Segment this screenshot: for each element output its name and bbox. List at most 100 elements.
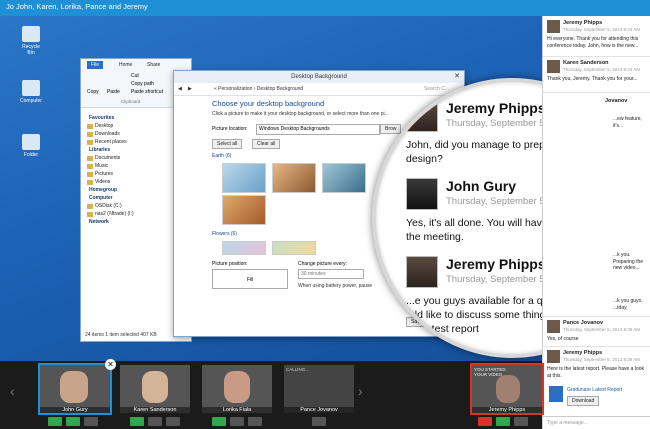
folder-icon	[87, 172, 93, 177]
close-icon[interactable]: ✕	[105, 359, 116, 370]
audio-toggle[interactable]	[148, 417, 162, 426]
participant-tile[interactable]: CALLING... Pance Jovanov	[284, 365, 354, 413]
audio-toggle[interactable]	[496, 417, 510, 426]
folder-icon	[87, 204, 93, 209]
forward-icon[interactable]: ▶	[188, 83, 192, 95]
close-icon[interactable]: ✕	[454, 71, 460, 83]
participant-video	[142, 371, 168, 403]
window-title: Desktop Background	[291, 74, 347, 80]
nav-label: Libraries	[89, 147, 111, 153]
avatar	[547, 60, 560, 73]
participant-tile[interactable]: John Gury ✕	[38, 359, 116, 415]
folder-icon	[87, 140, 93, 145]
status-bar: 24 items 1 item selected 407 KB	[85, 332, 157, 338]
participant-tile[interactable]: Karen Sanderson	[120, 365, 190, 413]
paste-button[interactable]: Paste	[107, 89, 120, 95]
cut-button[interactable]: Cut	[131, 73, 139, 79]
chat-sidebar: Jeremy Phipps Thursday, September 5, 201…	[542, 16, 650, 429]
tab-home[interactable]: Home	[115, 61, 136, 69]
copy-path-button[interactable]: Copy path	[131, 81, 154, 87]
screen-share-toggle[interactable]	[84, 417, 98, 426]
participant-name: Karen Sanderson	[120, 407, 190, 413]
folder-icon	[87, 164, 93, 169]
calling-note: CALLING...	[286, 367, 310, 372]
wallpaper-thumb[interactable]	[222, 195, 266, 225]
nav-label: Favourites	[89, 115, 115, 121]
recycle-bin-icon[interactable]: Recycle Bin	[18, 26, 44, 56]
participant-strip: ‹ › John Gury ✕ Karen Sanderson Lorika F…	[0, 359, 544, 429]
chevron-right-icon[interactable]: ›	[358, 383, 363, 399]
nav-label: Homegroup	[89, 187, 118, 193]
wallpaper-thumb[interactable]	[272, 241, 316, 255]
location-label: Picture location:	[212, 126, 248, 132]
download-button[interactable]: Download	[567, 396, 600, 406]
divider	[543, 92, 650, 93]
back-icon[interactable]: ◀	[178, 83, 182, 95]
group-earth[interactable]: Earth (6)	[212, 153, 231, 159]
message-author: Karen Sanderson	[563, 60, 609, 66]
nav-label: Downloads	[95, 131, 120, 137]
folder-icon	[87, 212, 93, 217]
participant-tile[interactable]: Lorika Fiala	[202, 365, 272, 413]
desktop-icon-label: Computer	[20, 98, 42, 104]
change-label: Change picture every:	[298, 261, 347, 267]
copy-button[interactable]: Copy	[87, 89, 99, 95]
clear-all-button[interactable]: Clear all	[252, 139, 281, 149]
camera-toggle[interactable]	[48, 417, 62, 426]
message-author: John Gury	[446, 178, 517, 194]
breadcrumb[interactable]: « Personalization › Desktop Background	[214, 83, 303, 95]
search-input[interactable]: Search C...	[424, 83, 449, 95]
group-flowers[interactable]: Flowers (6)	[212, 231, 237, 237]
nav-label: Videos	[95, 179, 111, 185]
nav-label: Computer	[89, 195, 113, 201]
nav-label: Pictures	[95, 171, 114, 177]
wallpaper-thumb[interactable]	[222, 163, 266, 193]
self-video-tile[interactable]: YOU STARTED YOUR VIDEO Jeremy Phipps	[470, 363, 544, 415]
position-select[interactable]: Fill	[212, 269, 288, 289]
nav-label: Network	[89, 219, 109, 225]
wallpaper-thumb[interactable]	[272, 163, 316, 193]
wallpaper-thumb[interactable]	[222, 241, 266, 255]
divider	[543, 316, 650, 317]
camera-toggle[interactable]	[212, 417, 226, 426]
folder-icon	[87, 180, 93, 185]
select-all-button[interactable]: Select all	[212, 139, 243, 149]
message-time: Thursday, September 5, 2013 9:39 AM	[563, 327, 640, 332]
message-input[interactable]: Type a message...	[543, 416, 650, 429]
screen-share-toggle[interactable]	[514, 417, 528, 426]
screen-share-toggle[interactable]	[166, 417, 180, 426]
chevron-left-icon[interactable]: ‹	[10, 383, 15, 399]
computer-icon[interactable]: Computer	[18, 80, 44, 104]
browse-button[interactable]: Brow	[380, 124, 402, 134]
message-time: Thursday, September 5, 2013 9:33 AM	[563, 27, 640, 32]
desktop-icon-label: Recycle Bin	[22, 44, 40, 56]
tab-file[interactable]: File	[87, 61, 104, 69]
document-icon	[549, 386, 563, 402]
avatar	[406, 178, 438, 210]
paste-shortcut-button[interactable]: Paste shortcut	[131, 89, 163, 95]
audio-toggle[interactable]	[66, 417, 80, 426]
nav-label: Desktop	[95, 123, 114, 129]
participant-name: John Gury	[40, 407, 110, 413]
message-text: ...k you. Preparing the new video...	[613, 252, 644, 271]
camera-toggle[interactable]	[478, 417, 492, 426]
message-author: Jovanov	[605, 98, 628, 104]
message-author: Pance Jovanov	[563, 320, 604, 326]
location-select[interactable]: Windows Desktop Backgrounds	[256, 124, 380, 135]
folder-icon[interactable]: Folder	[18, 134, 44, 158]
tab-share[interactable]: Share	[143, 61, 164, 69]
wallpaper-thumb[interactable]	[322, 163, 366, 193]
address-bar: ◀ ▶ « Personalization › Desktop Backgrou…	[174, 83, 464, 96]
phone-icon[interactable]	[312, 417, 326, 426]
message-time: Thursday, September 5, 2013 9:39 AM	[563, 357, 640, 362]
message-author: Jeremy Phipps	[446, 256, 546, 272]
avatar	[406, 256, 438, 288]
avatar	[547, 320, 560, 333]
audio-toggle[interactable]	[230, 417, 244, 426]
message-text: Hi everyone. Thank you for attending thi…	[547, 36, 639, 49]
battery-checkbox[interactable]: When using battery power, pause	[298, 283, 372, 289]
camera-toggle[interactable]	[130, 417, 144, 426]
change-interval-select[interactable]: 30 minutes	[298, 269, 364, 279]
attachment-link[interactable]: Gradunare Latest Report	[567, 387, 622, 393]
screen-share-toggle[interactable]	[248, 417, 262, 426]
